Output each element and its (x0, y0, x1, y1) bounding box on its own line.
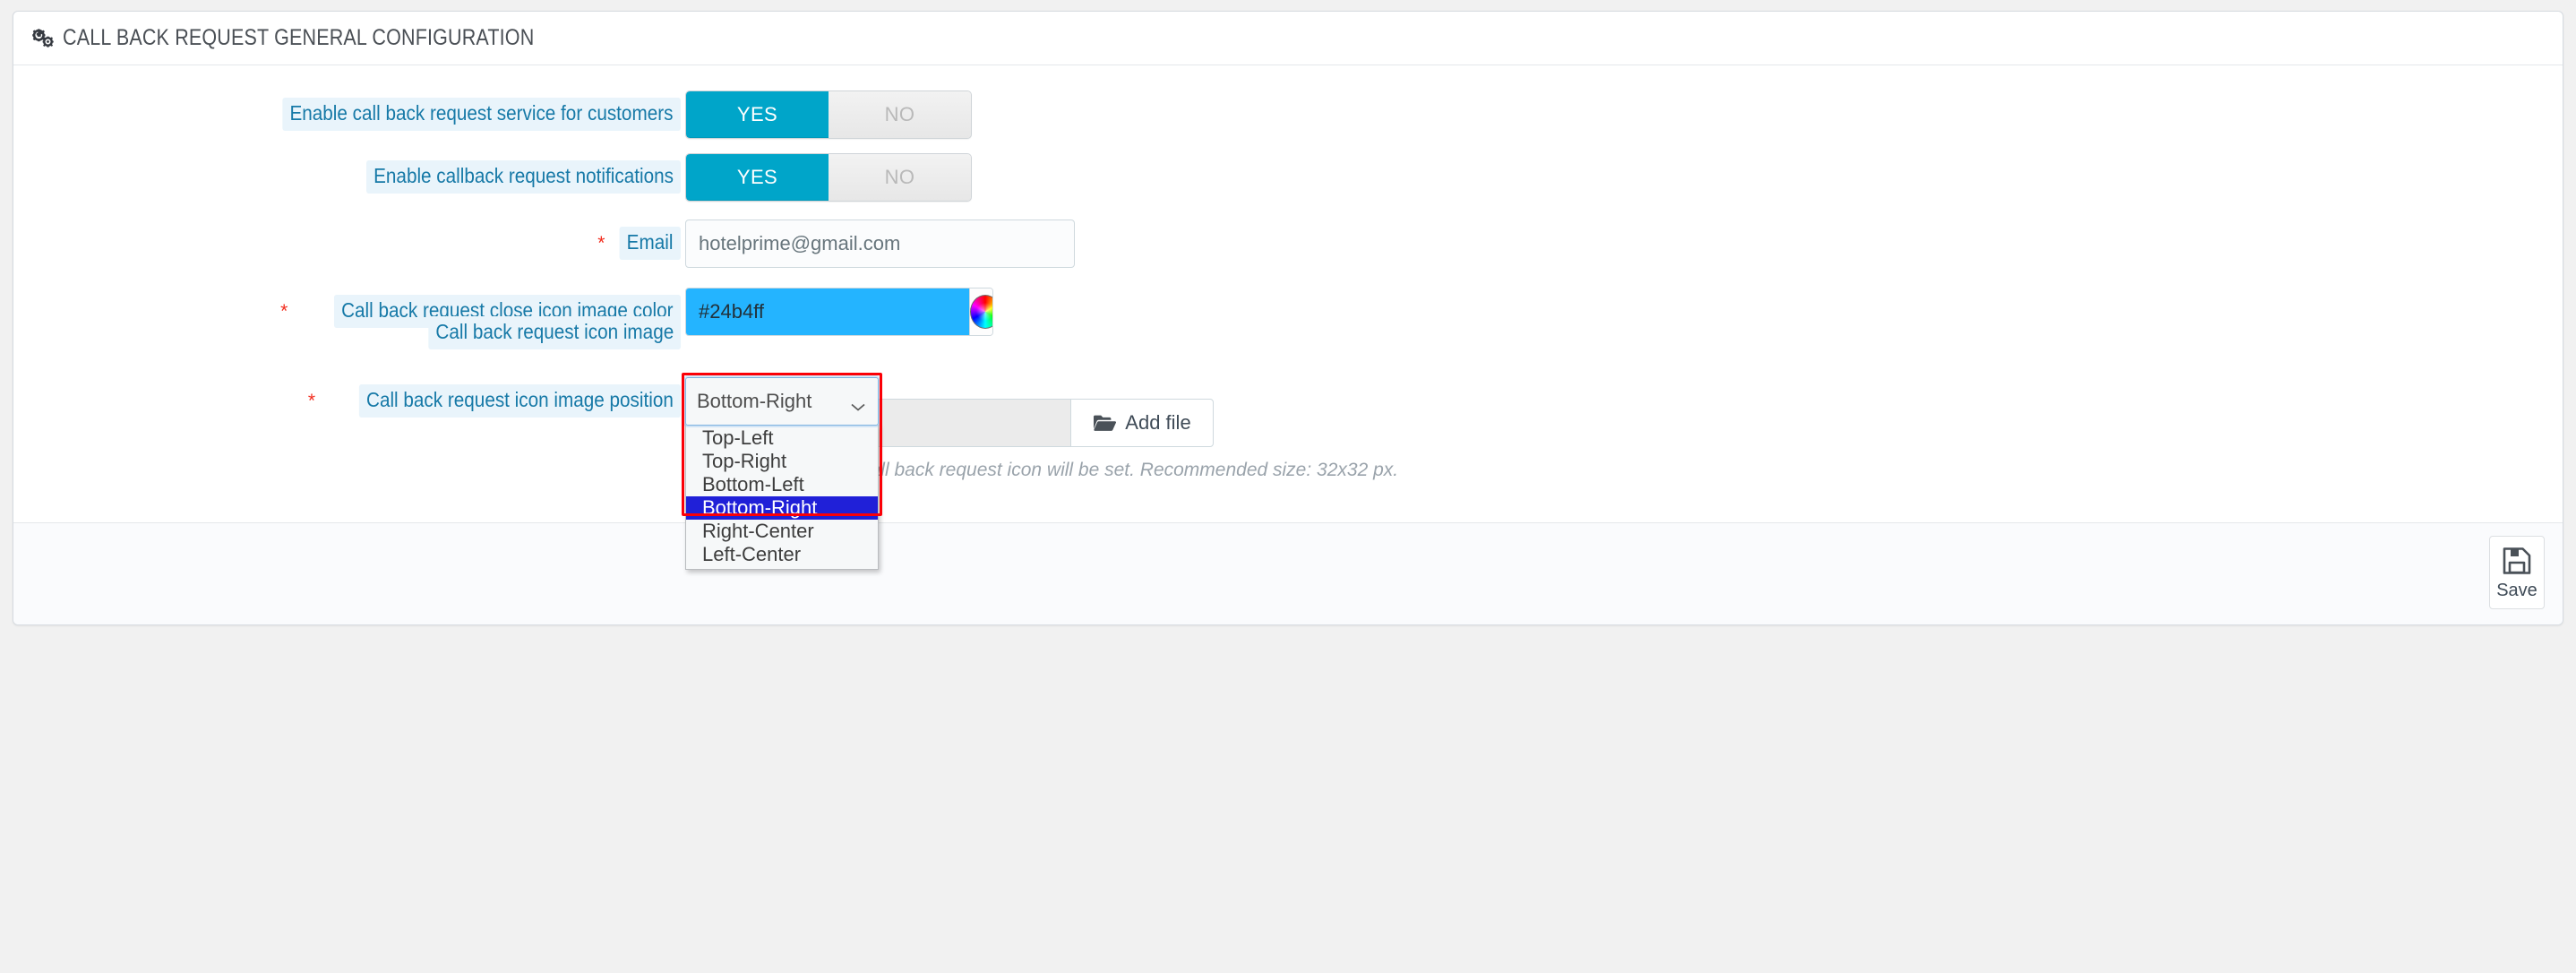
add-file-button[interactable]: Add file (1070, 399, 1214, 447)
select-option-top-left[interactable]: Top-Left (686, 426, 878, 450)
control-col: YES NO (681, 90, 972, 139)
form-row-email: * Email (13, 220, 2563, 268)
select-option-bottom-left[interactable]: Bottom-Left (686, 473, 878, 496)
control-col: Bottom-Right Top-Left Top-Right Bottom-L… (681, 373, 882, 570)
label-col: Enable callback request notifications (13, 153, 681, 194)
add-file-label: Add file (1125, 411, 1191, 434)
icon-position-selected-value: Bottom-Right (697, 390, 812, 412)
form-row-enable-notifications: Enable callback request notifications YE… (13, 153, 2563, 202)
floppy-disk-icon (2501, 545, 2533, 577)
select-option-top-right[interactable]: Top-Right (686, 450, 878, 473)
label-col: * Email (13, 220, 681, 261)
form-row-enable-service: Enable call back request service for cus… (13, 90, 2563, 139)
cogs-icon (31, 28, 55, 48)
label-col: Enable call back request service for cus… (13, 90, 681, 132)
page-title: CALL BACK REQUEST GENERAL CONFIGURATION (63, 25, 535, 50)
select-option-left-center[interactable]: Left-Center (686, 543, 878, 566)
toggle-yes-enable-notifications[interactable]: YES (686, 154, 829, 201)
configuration-panel: CALL BACK REQUEST GENERAL CONFIGURATION … (13, 11, 2563, 625)
toggle-enable-notifications[interactable]: YES NO (685, 153, 972, 202)
toggle-no-enable-notifications[interactable]: NO (829, 154, 971, 201)
field-label-enable-notifications: Enable callback request notifications (365, 160, 681, 194)
toggle-enable-service[interactable]: YES NO (685, 90, 972, 139)
panel-footer: Save (13, 522, 2563, 624)
panel-header: CALL BACK REQUEST GENERAL CONFIGURATION (13, 12, 2563, 65)
folder-open-icon (1093, 414, 1117, 432)
control-col (681, 220, 1075, 268)
page-root: CALL BACK REQUEST GENERAL CONFIGURATION … (0, 0, 2576, 973)
field-label-email: Email (620, 227, 681, 261)
panel-body: Enable call back request service for cus… (13, 65, 2563, 570)
required-star-email: * (597, 233, 605, 254)
toggle-yes-enable-service[interactable]: YES (686, 91, 829, 138)
email-field[interactable] (685, 220, 1075, 268)
chevron-down-icon (849, 395, 867, 411)
toggle-no-enable-service[interactable]: NO (829, 91, 971, 138)
save-label: Save (2496, 580, 2537, 600)
icon-position-select-wrapper: Bottom-Right Top-Left Top-Right Bottom-L… (682, 373, 882, 570)
select-option-bottom-right[interactable]: Bottom-Right (686, 496, 878, 520)
control-col: YES NO (681, 153, 972, 202)
field-label-enable-service: Enable call back request service for cus… (282, 98, 681, 132)
icon-position-select[interactable]: Bottom-Right (685, 377, 879, 426)
form-row-icon-image: Call back request icon image Add file If… (13, 309, 2563, 481)
label-col: Call back request icon image (13, 309, 681, 350)
field-label-icon-image: Call back request icon image (428, 316, 681, 350)
icon-position-option-list[interactable]: Top-Left Top-Right Bottom-Left Bottom-Ri… (685, 425, 879, 570)
select-option-right-center[interactable]: Right-Center (686, 520, 878, 543)
save-button[interactable]: Save (2489, 536, 2545, 609)
